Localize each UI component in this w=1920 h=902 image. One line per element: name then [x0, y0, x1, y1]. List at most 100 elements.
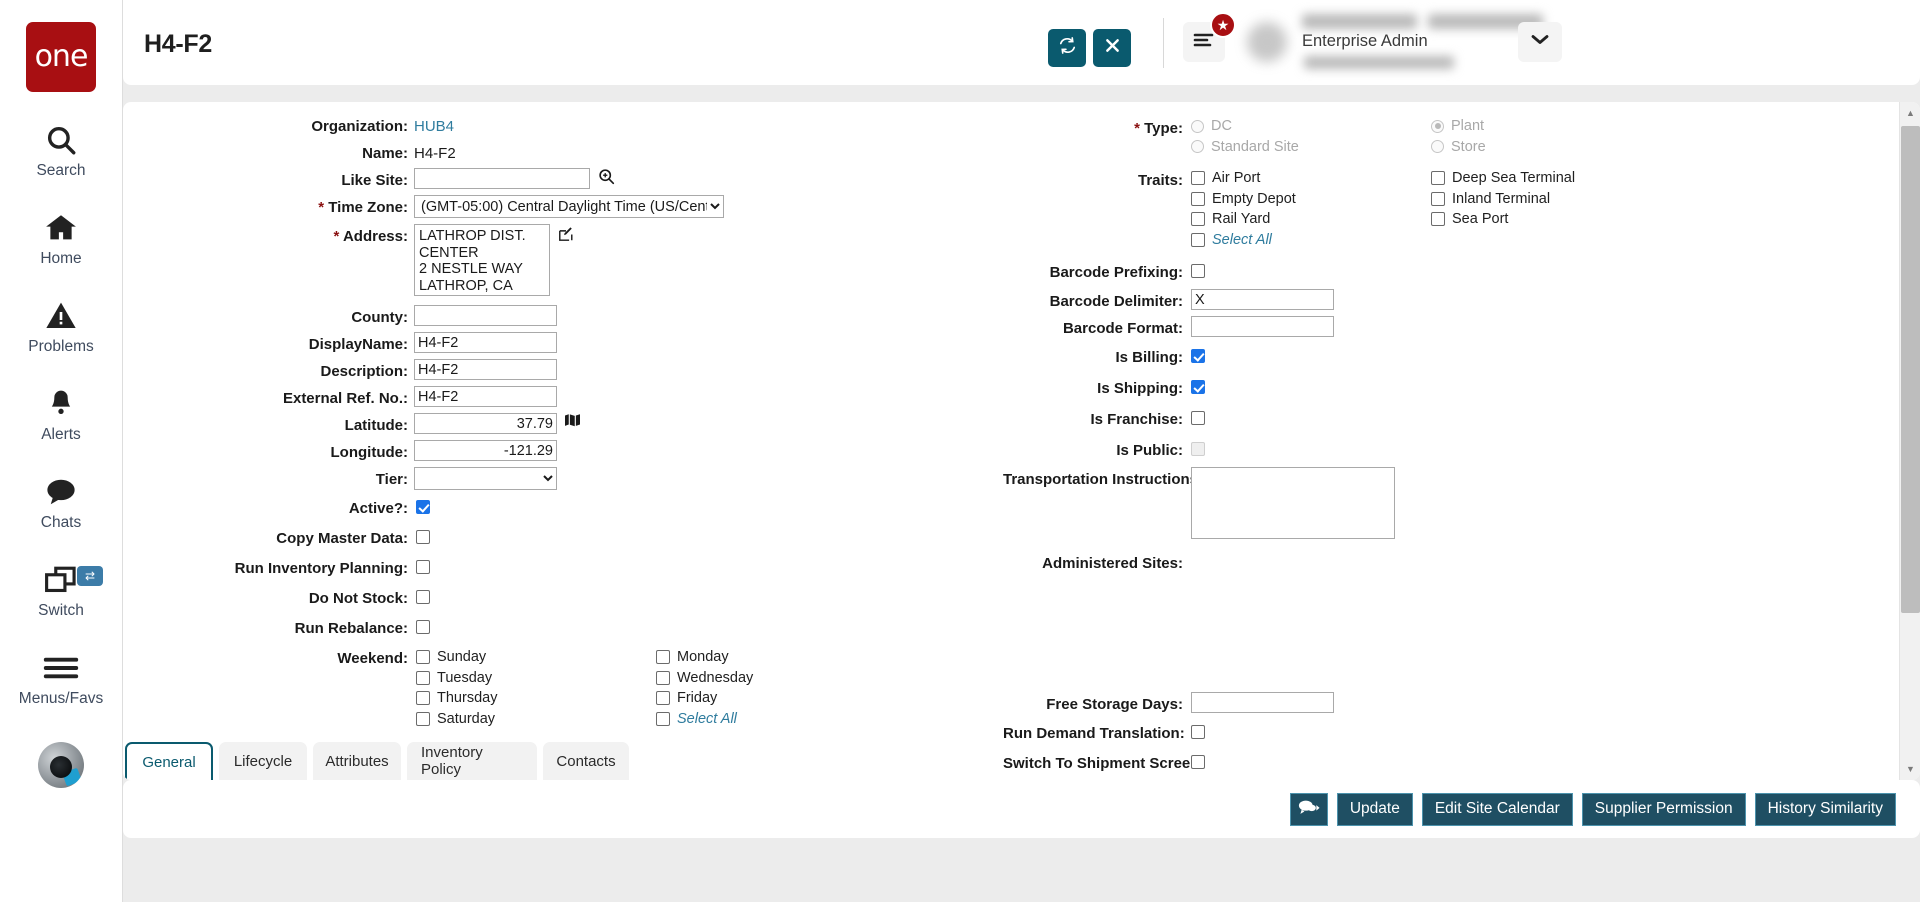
sidebar-item-chats[interactable]: Chats [0, 472, 122, 532]
refresh-button[interactable] [1048, 29, 1086, 67]
sidebar-item-menus-favs[interactable]: Menus/Favs [0, 648, 122, 708]
tab-lifecycle[interactable]: Lifecycle [219, 742, 307, 780]
display-name-input[interactable] [414, 332, 557, 353]
run-demand-translation-checkbox[interactable] [1191, 725, 1205, 739]
time-zone-select[interactable]: (GMT-05:00) Central Daylight Time (US/Ce… [414, 195, 724, 218]
trait-option-deep-sea-terminal[interactable]: Deep Sea Terminal [1431, 170, 1671, 186]
option-label: Plant [1451, 118, 1484, 134]
user-menu-button[interactable] [1518, 22, 1562, 62]
star-icon[interactable]: ★ [1210, 12, 1236, 38]
supplier-permission-button[interactable]: Supplier Permission [1582, 793, 1746, 826]
chat-button[interactable] [1290, 793, 1328, 826]
tab-general[interactable]: General [125, 742, 213, 780]
is-shipping-checkbox[interactable] [1191, 380, 1205, 394]
button-label: Edit Site Calendar [1435, 800, 1560, 818]
checkbox[interactable] [1191, 192, 1205, 206]
checkbox[interactable] [656, 712, 670, 726]
weekend-option-sunday[interactable]: Sunday [416, 649, 656, 665]
description-input[interactable] [414, 359, 557, 380]
sidebar-item-problems[interactable]: Problems [0, 296, 122, 356]
tab-label: General [142, 754, 195, 771]
free-storage-days-input[interactable] [1191, 692, 1334, 713]
field-latitude: Latitude: [123, 413, 1003, 434]
weekend-option-tuesday[interactable]: Tuesday [416, 670, 656, 686]
trait-option-air-port[interactable]: Air Port [1191, 170, 1431, 186]
map-icon[interactable] [565, 413, 580, 427]
organization-link[interactable]: HUB4 [408, 114, 454, 135]
copy-master-data-checkbox[interactable] [416, 530, 430, 544]
latitude-input[interactable] [414, 413, 557, 434]
edit-pencil-icon[interactable] [558, 226, 574, 242]
do-not-stock-checkbox[interactable] [416, 590, 430, 604]
barcode-prefixing-checkbox[interactable] [1191, 264, 1205, 278]
trait-option-inland-terminal[interactable]: Inland Terminal [1431, 191, 1671, 207]
button-label: History Similarity [1768, 800, 1883, 818]
checkbox[interactable] [416, 650, 430, 664]
run-inventory-planning-checkbox[interactable] [416, 560, 430, 574]
update-button[interactable]: Update [1337, 793, 1413, 826]
history-similarity-button[interactable]: History Similarity [1755, 793, 1896, 826]
checkbox[interactable] [1191, 212, 1205, 226]
swap-arrows-icon[interactable]: ⇄ [77, 566, 103, 586]
checkbox[interactable] [1431, 171, 1445, 185]
tab-attributes[interactable]: Attributes [313, 742, 401, 780]
trait-option-select-all[interactable]: Select All [1191, 232, 1431, 248]
field-run-inventory-planning: Run Inventory Planning: [123, 556, 1003, 577]
app-logo[interactable]: one [26, 22, 96, 92]
avatar[interactable] [38, 742, 84, 788]
field-run-demand-translation: Run Demand Translation: [1003, 721, 1883, 742]
weekend-option-monday[interactable]: Monday [656, 649, 896, 665]
is-billing-checkbox[interactable] [1191, 349, 1205, 363]
sidebar-item-search[interactable]: Search [0, 120, 122, 180]
edit-site-calendar-button[interactable]: Edit Site Calendar [1422, 793, 1573, 826]
weekend-option-wednesday[interactable]: Wednesday [656, 670, 896, 686]
trait-option-empty-depot[interactable]: Empty Depot [1191, 191, 1431, 207]
sidebar-item-alerts[interactable]: Alerts [0, 384, 122, 444]
weekend-option-saturday[interactable]: Saturday [416, 711, 656, 727]
weekend-option-friday[interactable]: Friday [656, 690, 896, 706]
like-site-input[interactable] [414, 168, 590, 189]
checkbox[interactable] [1431, 212, 1445, 226]
address-box[interactable]: LATHROP DIST. CENTER 2 NESTLE WAY LATHRO… [414, 224, 550, 296]
vertical-scrollbar[interactable]: ▲ ▼ [1899, 102, 1920, 780]
magnifier-plus-icon[interactable] [598, 168, 615, 185]
trait-option-sea-port[interactable]: Sea Port [1431, 211, 1671, 227]
sidebar-item-home[interactable]: Home [0, 208, 122, 268]
longitude-input[interactable] [414, 440, 557, 461]
county-input[interactable] [414, 305, 557, 326]
checkbox[interactable] [656, 671, 670, 685]
weekend-option-select-all[interactable]: Select All [656, 711, 896, 727]
trait-option-rail-yard[interactable]: Rail Yard [1191, 211, 1431, 227]
external-ref-no-input[interactable] [414, 386, 557, 407]
sidebar-item-switch[interactable]: ⇄ Switch [0, 560, 122, 620]
run-rebalance-checkbox[interactable] [416, 620, 430, 634]
type-option-dc: DC [1191, 118, 1431, 134]
checkbox[interactable] [1191, 171, 1205, 185]
barcode-format-input[interactable] [1191, 316, 1334, 337]
tab-contacts[interactable]: Contacts [543, 742, 629, 780]
user-avatar[interactable] [1247, 22, 1287, 62]
scroll-up-arrow-icon[interactable]: ▲ [1900, 102, 1920, 124]
active-checkbox[interactable] [416, 500, 430, 514]
tier-select[interactable] [414, 467, 557, 490]
checkbox[interactable] [416, 671, 430, 685]
tab-inventory-policy[interactable]: Inventory Policy [407, 742, 537, 780]
scroll-down-arrow-icon[interactable]: ▼ [1900, 758, 1920, 780]
weekend-option-thursday[interactable]: Thursday [416, 690, 656, 706]
field-label: Weekend: [123, 646, 408, 667]
option-label: Wednesday [677, 670, 753, 686]
checkbox[interactable] [656, 650, 670, 664]
checkbox[interactable] [416, 712, 430, 726]
is-franchise-checkbox[interactable] [1191, 411, 1205, 425]
checkbox[interactable] [1431, 192, 1445, 206]
transportation-instructions-textarea[interactable] [1191, 467, 1395, 539]
barcode-delimiter-input[interactable] [1191, 289, 1334, 310]
checkbox[interactable] [416, 691, 430, 705]
checkbox[interactable] [1191, 233, 1205, 247]
address-line: LATHROP DIST. CENTER [419, 228, 545, 261]
checkbox[interactable] [656, 691, 670, 705]
close-button[interactable] [1093, 29, 1131, 67]
scrollbar-thumb[interactable] [1901, 126, 1920, 613]
switch-windows-icon [44, 560, 78, 600]
field-free-storage-days: Free Storage Days: [1003, 692, 1883, 713]
